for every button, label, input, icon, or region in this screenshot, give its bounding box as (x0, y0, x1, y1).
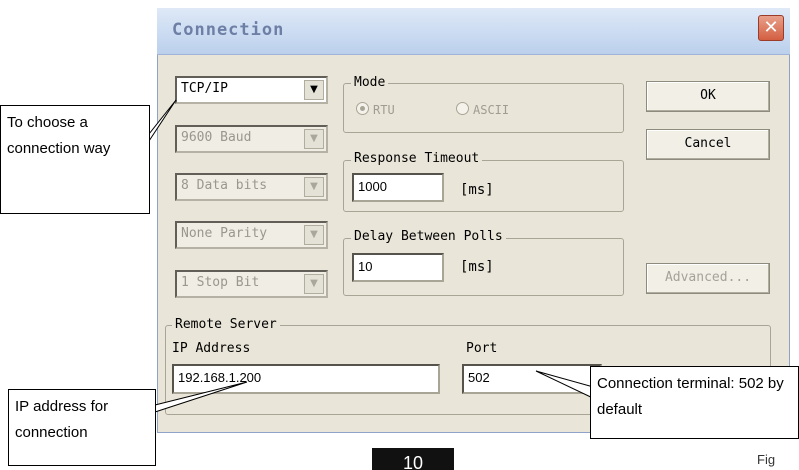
connection-way-callout: To choose a connection way (0, 105, 150, 214)
mode-ascii-label: ASCII (473, 103, 510, 117)
data-bits-value: 8 Data bits (181, 178, 268, 193)
chevron-down-icon[interactable]: ▼ (304, 274, 324, 294)
page-number: 10 (372, 448, 454, 470)
ip-address-input[interactable]: 192.168.1.200 (172, 364, 440, 394)
port-label: Port (466, 341, 498, 356)
port-callout: Connection terminal: 502 by default (590, 366, 799, 439)
radio-selected-icon (356, 102, 369, 115)
chevron-down-icon[interactable]: ▼ (304, 177, 324, 197)
chevron-down-icon[interactable]: ▼ (304, 129, 324, 149)
connection-type-value: TCP/IP (181, 81, 228, 96)
parity-select[interactable]: None Parity ▼ (175, 221, 328, 249)
parity-value: None Parity (181, 226, 268, 241)
close-button[interactable]: ✕ (758, 15, 784, 41)
connection-type-select[interactable]: TCP/IP ▼ (175, 76, 328, 104)
response-timeout-unit: [ms] (460, 182, 494, 198)
advanced-button[interactable]: Advanced... (646, 263, 770, 294)
remote-server-label: Remote Server (172, 317, 280, 332)
dialog-title: Connection (172, 20, 285, 40)
delay-between-polls-label: Delay Between Polls (351, 229, 506, 244)
data-bits-select[interactable]: 8 Data bits ▼ (175, 173, 328, 201)
stop-bits-select[interactable]: 1 Stop Bit ▼ (175, 270, 328, 298)
radio-unselected-icon (456, 102, 469, 115)
stop-bits-value: 1 Stop Bit (181, 275, 260, 290)
ip-address-callout: IP address for connection (8, 389, 156, 466)
mode-ascii-radio[interactable]: ASCII (456, 102, 509, 117)
ip-address-label: IP Address (172, 341, 251, 356)
chevron-down-icon[interactable]: ▼ (304, 80, 324, 100)
response-timeout-input[interactable]: 1000 (352, 173, 444, 202)
cancel-button[interactable]: Cancel (646, 129, 770, 160)
port-input[interactable]: 502 (462, 364, 602, 394)
chevron-down-icon[interactable]: ▼ (304, 225, 324, 245)
figure-label: Fig (757, 452, 776, 467)
ok-button[interactable]: OK (646, 81, 770, 112)
mode-rtu-label: RTU (373, 103, 395, 117)
baud-rate-value: 9600 Baud (181, 130, 252, 145)
delay-between-polls-input[interactable]: 10 (352, 253, 444, 282)
mode-label: Mode (351, 75, 389, 90)
baud-rate-select[interactable]: 9600 Baud ▼ (175, 125, 328, 153)
delay-between-polls-unit: [ms] (460, 259, 494, 275)
response-timeout-label: Response Timeout (351, 151, 483, 166)
mode-rtu-radio[interactable]: RTU (356, 102, 395, 117)
